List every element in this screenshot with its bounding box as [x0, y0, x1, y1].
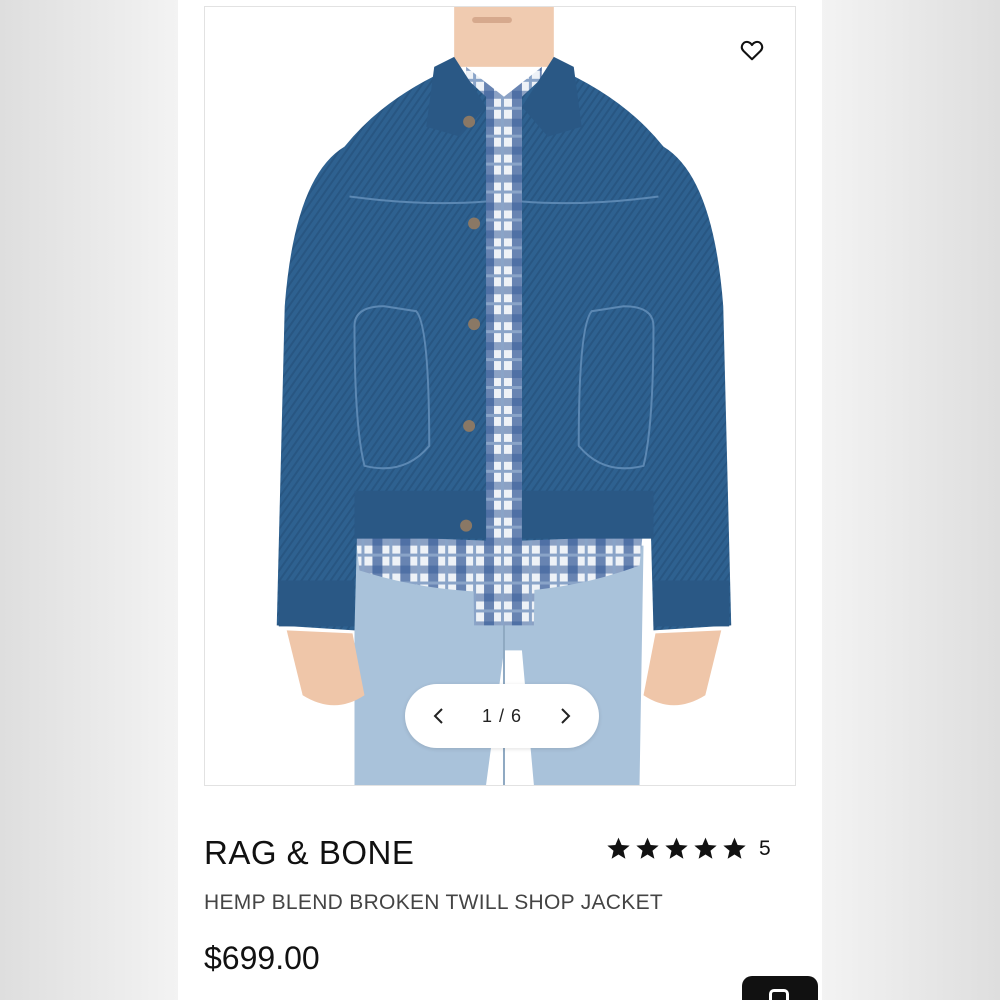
product-image-gallery[interactable]: 1 / 6 [204, 6, 796, 786]
product-rating[interactable]: 5 [606, 836, 771, 861]
product-brand[interactable]: RAG & BONE [204, 834, 414, 872]
next-image-button[interactable] [553, 704, 577, 728]
product-price: $699.00 [204, 940, 320, 976]
star-icon [607, 837, 630, 859]
chat-icon [769, 989, 789, 1000]
previous-image-button[interactable] [427, 704, 451, 728]
floating-action-button[interactable] [742, 976, 818, 1000]
star-icon [694, 837, 717, 859]
product-photo[interactable] [205, 7, 795, 785]
product-page: 1 / 6 RAG & BONE 5 HEMP BLEND BROKEN TWI… [178, 0, 822, 1000]
image-pager: 1 / 6 [405, 684, 599, 748]
chevron-right-icon [561, 708, 571, 724]
chevron-left-icon [433, 708, 443, 724]
wishlist-heart-icon[interactable] [739, 37, 765, 63]
image-pager-count: 1 / 6 [481, 705, 523, 726]
product-title: HEMP BLEND BROKEN TWILL SHOP JACKET [204, 891, 664, 914]
star-icon [636, 837, 659, 859]
star-icon [665, 837, 688, 859]
rating-count: 5 [759, 836, 771, 860]
rating-stars [606, 836, 747, 861]
star-icon [723, 837, 746, 859]
